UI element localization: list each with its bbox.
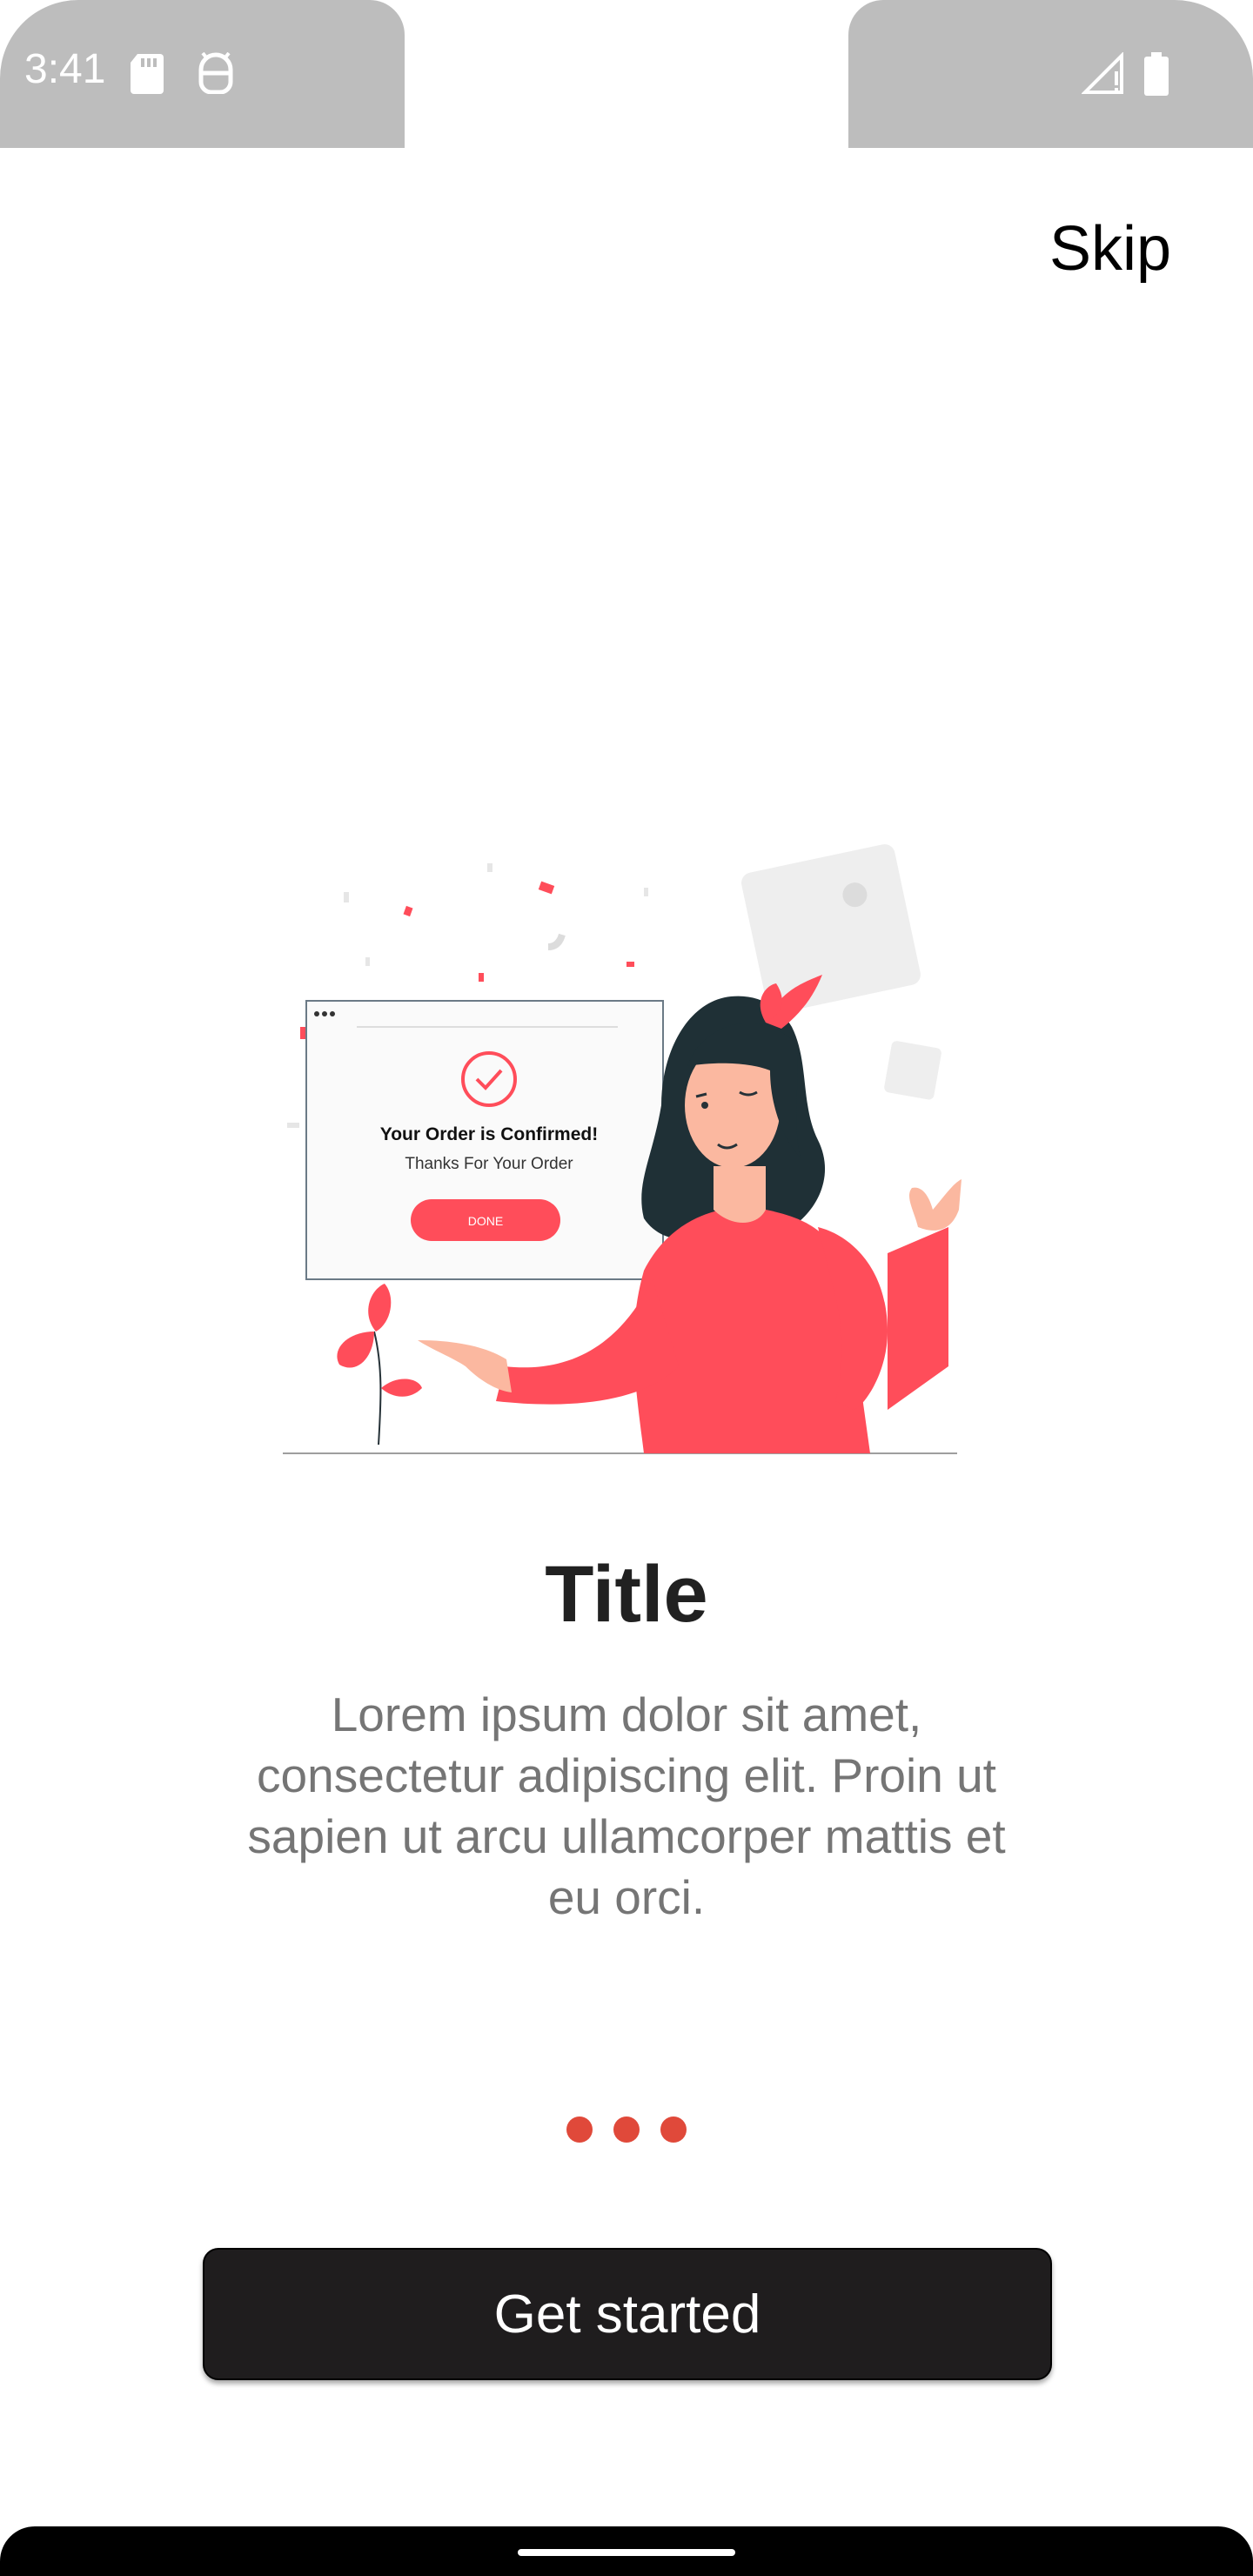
plant-decoration (337, 1284, 422, 1446)
page-dot[interactable] (566, 2116, 593, 2143)
page-dot[interactable] (660, 2116, 687, 2143)
get-started-button[interactable]: Get started (203, 2248, 1052, 2380)
sd-card-icon (131, 54, 164, 94)
battery-icon (1144, 52, 1169, 96)
card-done-button: DONE (468, 1214, 503, 1228)
order-confirmed-illustration: Your Order is Confirmed! Thanks For Your… (283, 844, 962, 1454)
status-bar: 3:41 (0, 0, 1253, 148)
status-bar-right (848, 0, 1253, 148)
card-title: Your Order is Confirmed! (380, 1124, 598, 1144)
page-description: Lorem ipsum dolor sit amet, consectetur … (247, 1687, 1006, 1924)
page-indicator (0, 2116, 1253, 2143)
home-indicator[interactable] (518, 2549, 735, 2556)
android-face-icon (198, 52, 233, 94)
page-title: Title (545, 1550, 708, 1639)
confirmation-card: Your Order is Confirmed! Thanks For Your… (305, 1000, 664, 1280)
card-subtitle: Thanks For Your Order (405, 1155, 573, 1173)
status-time: 3:41 (24, 46, 106, 92)
skip-button[interactable]: Skip (1049, 213, 1171, 285)
signal-icon (1082, 52, 1123, 94)
page-dot[interactable] (613, 2116, 640, 2143)
display-notch (405, 0, 848, 146)
